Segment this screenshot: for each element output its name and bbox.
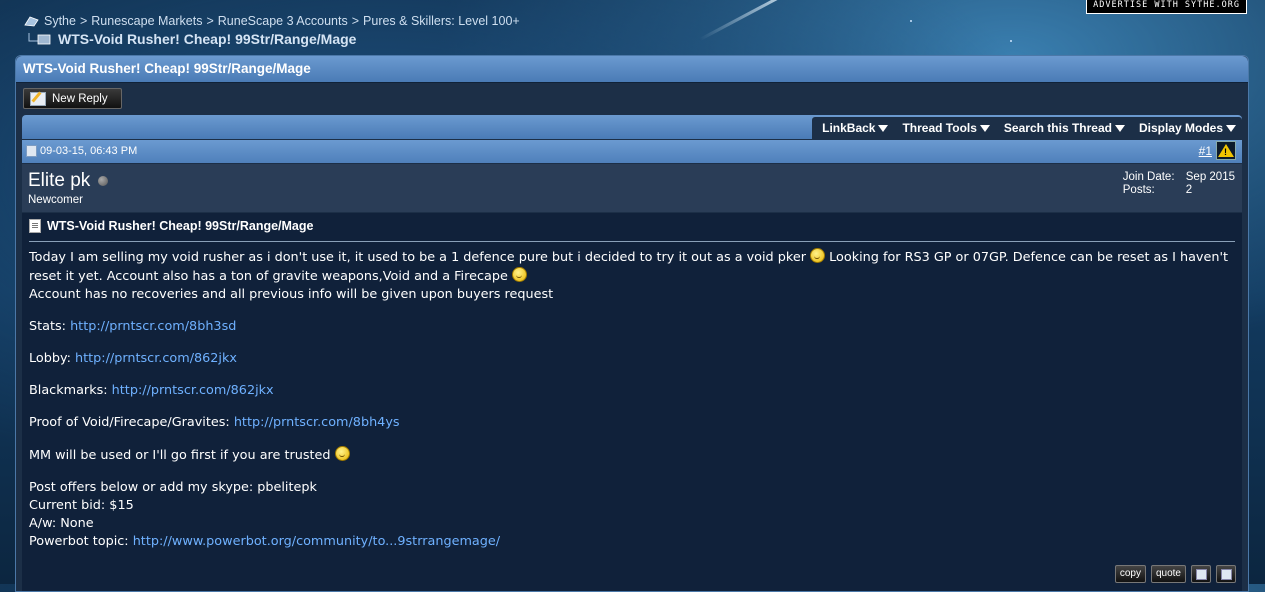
multi-quote-icon [1195,568,1207,580]
message-paragraph-2: Account has no recoveries and all previo… [29,287,554,302]
menu-label: Display Modes [1138,121,1223,135]
post-title-text: WTS-Void Rusher! Cheap! 99Str/Range/Mage [47,219,314,233]
breadcrumb-pures-skillers[interactable]: Pures & Skillers: Level 100+ [363,14,520,28]
grin-smiley-icon [511,267,527,282]
smile-icon [334,446,350,461]
post-number-link[interactable]: #1 [1199,144,1212,158]
breadcrumb-separator: > [206,14,214,28]
join-date-label: Join Date: [1122,171,1175,183]
copy-button[interactable]: copy [1114,565,1146,583]
breadcrumb-separator: > [79,14,88,28]
lobby-label: Lobby: [29,351,71,366]
user-info-bar: Elite pk Newcomer Join Date: Sep 2015 Pos… [22,164,1242,212]
breadcrumb-runescape-markets[interactable]: Runescape Markets [91,14,202,28]
offers-line: Post offers below or add my skype: pbeli… [29,480,317,495]
home-icon[interactable] [24,15,40,27]
powerbot-label: Powerbot topic: [29,534,129,549]
proof-line: Proof of Void/Firecape/Gravites: http://… [29,414,1235,432]
star [910,20,912,22]
dropdown-arrow-icon [878,124,889,132]
breadcrumb-rs3-accounts[interactable]: RuneScape 3 Accounts [218,14,348,28]
advertise-link[interactable]: ADVERTISE WITH SYTHE.ORG [1086,0,1247,14]
breadcrumb-current: WTS-Void Rusher! Cheap! 99Str/Range/Mage [26,31,356,47]
post-content: WTS-Void Rusher! Cheap! 99Str/Range/Mage… [22,213,1242,591]
menu-label: Thread Tools [902,121,977,135]
new-reply-button[interactable]: New Reply [23,88,122,109]
thread-body: New Reply LinkBack Thread Tools Search t… [16,83,1248,591]
menu-label: LinkBack [822,121,876,135]
quote-button[interactable]: quote [1150,565,1186,583]
tree-branch-icon [28,33,51,45]
user-stats: Join Date: Sep 2015 Posts: 2 [1123,171,1235,197]
sky-streak [699,0,807,41]
menu-label: Search this Thread [1003,121,1112,135]
star [1010,40,1012,42]
post-date: 09-03-15, 06:43 PM [26,145,137,157]
post-date-text: 09-03-15, 06:43 PM [40,145,138,157]
username-link[interactable]: Elite pk [28,170,109,192]
report-post-button[interactable]: ! [1216,141,1236,160]
thread-panel: WTS-Void Rusher! Cheap! 99Str/Range/Mage… [15,55,1249,592]
quick-reply-button[interactable] [1216,565,1236,583]
blackmarks-line: Blackmarks: http://prntscr.com/862jkx [29,382,1235,400]
posts-label: Posts: [1122,184,1155,196]
post-title-icon [29,219,41,233]
dropdown-arrow-icon [1114,124,1125,132]
proof-label: Proof of Void/Firecape/Gravites: [29,415,230,430]
current-thread-title: WTS-Void Rusher! Cheap! 99Str/Range/Mage [58,31,357,47]
dropdown-arrow-icon [1226,124,1236,132]
breadcrumb-sythe[interactable]: Sythe [44,14,76,28]
bid-line: Current bid: $15 [29,498,134,513]
blackmarks-link[interactable]: http://prntscr.com/862jkx [112,383,274,398]
new-reply-icon [30,91,46,106]
dropdown-arrow-icon [979,124,990,132]
quick-reply-icon [1220,568,1232,580]
menu-display-modes[interactable]: Display Modes [1139,121,1236,135]
post-title: WTS-Void Rusher! Cheap! 99Str/Range/Mage [29,219,1235,242]
lobby-link[interactable]: http://prntscr.com/862jkx [75,351,237,366]
breadcrumb-separator: > [351,14,360,28]
lobby-line: Lobby: http://prntscr.com/862jkx [29,350,1235,368]
mm-text: MM will be used or I'll go first if you … [29,448,331,463]
posts-count: 2 [1185,184,1193,196]
join-date-value: Sep 2015 [1185,171,1235,183]
grin-smiley-icon [810,248,826,263]
thread-toolbar: LinkBack Thread Tools Search this Thread… [22,115,1242,139]
menu-linkback[interactable]: LinkBack [822,121,889,135]
post-actions: copy quote [1114,565,1236,583]
new-reply-label: New Reply [52,92,108,105]
aw-line: A/w: None [29,516,94,531]
thread-title-header: WTS-Void Rusher! Cheap! 99Str/Range/Mage [16,56,1248,82]
stats-link[interactable]: http://prntscr.com/8bh3sd [70,319,236,334]
post-icon [26,145,37,157]
post-message: Today I am selling my void rusher as i d… [29,248,1235,551]
multi-quote-button[interactable] [1191,565,1211,583]
message-text: Today I am selling my void rusher as i d… [29,250,806,265]
mm-line: MM will be used or I'll go first if you … [29,446,1235,465]
thread-menus: LinkBack Thread Tools Search this Thread… [812,117,1242,139]
breadcrumb: Sythe > Runescape Markets > RuneScape 3 … [24,14,520,28]
powerbot-link[interactable]: http://www.powerbot.org/community/to...9… [133,534,500,549]
username-text: Elite pk [28,170,91,191]
stats-label: Stats: [29,319,66,334]
blackmarks-label: Blackmarks: [29,383,108,398]
menu-thread-tools[interactable]: Thread Tools [902,121,990,135]
post-header: 09-03-15, 06:43 PM #1 ! [22,140,1242,163]
message-paragraph-1: Today I am selling my void rusher as i d… [29,248,1235,286]
user-title: Newcomer [28,194,83,206]
menu-search-thread[interactable]: Search this Thread [1004,121,1125,135]
offline-status-icon [98,176,109,186]
powerbot-line: Powerbot topic: http://www.powerbot.org/… [29,533,1235,551]
warning-icon: ! [1218,144,1234,157]
stats-line: Stats: http://prntscr.com/8bh3sd [29,318,1235,336]
proof-link[interactable]: http://prntscr.com/8bh4ys [234,415,400,430]
